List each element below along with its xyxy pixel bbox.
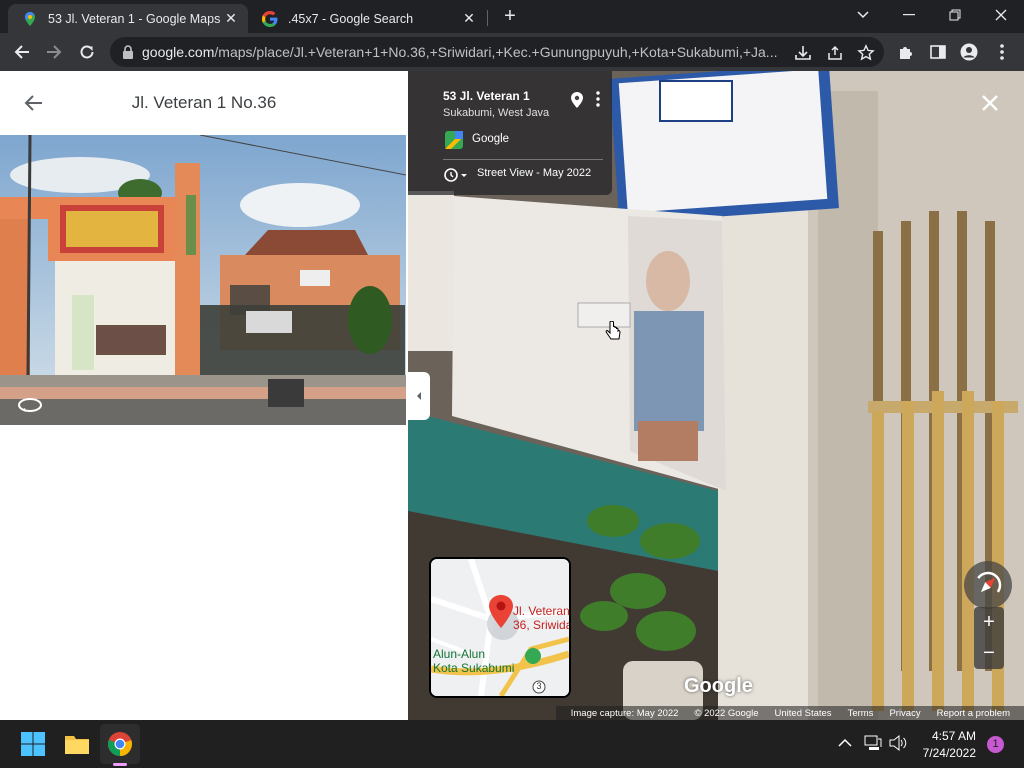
google-watermark: Google	[684, 675, 753, 697]
street-view-thumbnail[interactable]	[0, 135, 406, 425]
minimap-place-label: Jl. Veteran 1 No. 36, Sriwidari	[513, 604, 570, 632]
profile-avatar-icon[interactable]	[957, 40, 981, 64]
close-tab-icon[interactable]: ✕	[222, 10, 240, 27]
back-button[interactable]	[10, 40, 34, 64]
privacy-link[interactable]: Privacy	[889, 708, 920, 719]
sv-provider: Google	[472, 133, 510, 145]
region-link[interactable]: United States	[775, 708, 832, 719]
url-text: google.com/maps/place/Jl.+Veteran+1+No.3…	[142, 44, 778, 60]
windows-start-icon[interactable]	[20, 731, 46, 757]
compass-button[interactable]	[964, 561, 1012, 609]
rotate-360-icon[interactable]	[16, 395, 44, 415]
clock-time[interactable]: 4:57 AM	[922, 729, 976, 743]
close-street-view-icon[interactable]	[980, 93, 1000, 113]
lock-icon	[123, 45, 133, 59]
tab-strip: 53 Jl. Veteran 1 - Google Maps ✕ .45x7 -…	[0, 0, 1024, 33]
google-icon	[262, 10, 278, 27]
restore-button[interactable]	[940, 4, 970, 26]
tab-search-chevron-icon[interactable]	[848, 4, 878, 26]
tab-separator	[487, 10, 488, 26]
street-view-footer: Image capture: May 2022 © 2022 Google Un…	[556, 706, 1024, 720]
location-pin-icon[interactable]	[570, 91, 584, 109]
minimize-button[interactable]	[894, 4, 924, 26]
sv-date-label[interactable]: Street View - May 2022	[477, 167, 591, 179]
tab-google-maps[interactable]: 53 Jl. Veteran 1 - Google Maps ✕	[8, 4, 248, 33]
place-photo-panel: Jl. Veteran 1 No.36	[0, 71, 408, 720]
close-window-button[interactable]	[986, 4, 1016, 26]
google-maps-logo-icon	[445, 131, 463, 149]
zoom-in-button[interactable]: +	[974, 607, 1004, 638]
network-icon[interactable]	[864, 735, 882, 751]
new-tab-button[interactable]: +	[500, 6, 520, 26]
minimap-poi-label: Alun-Alun Kota Sukabumi	[433, 647, 515, 675]
sv-address: 53 Jl. Veteran 1	[443, 89, 530, 103]
active-app-indicator	[113, 763, 127, 766]
sv-city: Sukabumi, West Java	[443, 107, 550, 119]
zoom-controls: + −	[974, 607, 1004, 669]
volume-icon[interactable]	[889, 735, 907, 751]
install-app-icon[interactable]	[794, 44, 812, 62]
chevron-up-icon[interactable]	[838, 738, 852, 748]
chrome-menu-icon[interactable]	[990, 40, 1014, 64]
browser-toolbar: google.com/maps/place/Jl.+Veteran+1+No.3…	[0, 33, 1024, 71]
place-title: Jl. Veteran 1 No.36	[131, 93, 277, 112]
road-shield: 3	[536, 681, 542, 691]
history-clock-icon[interactable]	[443, 167, 469, 183]
tab-title: .45x7 - Google Search	[288, 11, 414, 26]
zoom-out-button[interactable]: −	[974, 638, 1004, 669]
chevron-left-icon	[417, 392, 421, 400]
windows-taskbar: 4:57 AM 7/24/2022	[0, 720, 1024, 768]
compass-icon	[977, 571, 1002, 593]
share-icon[interactable]	[826, 44, 844, 62]
street-view-canvas[interactable]: 53 Jl. Veteran 1 Sukabumi, West Java Goo…	[408, 71, 1024, 720]
forward-button[interactable]	[42, 40, 66, 64]
more-options-icon[interactable]	[596, 91, 600, 107]
file-explorer-icon[interactable]	[64, 731, 90, 757]
side-panel-icon[interactable]	[926, 40, 950, 64]
chrome-icon[interactable]	[107, 731, 133, 757]
reload-button[interactable]	[75, 40, 99, 64]
tab-google-search[interactable]: .45x7 - Google Search ✕	[248, 4, 486, 33]
hand-cursor-icon	[605, 321, 621, 340]
notification-badge[interactable]: 1	[987, 736, 1004, 753]
card-divider	[443, 159, 603, 160]
street-view-info-card: 53 Jl. Veteran 1 Sukabumi, West Java Goo…	[408, 71, 612, 195]
tab-title: 53 Jl. Veteran 1 - Google Maps	[48, 11, 221, 26]
collapse-panel-button[interactable]	[408, 372, 430, 420]
building-photo	[0, 135, 406, 425]
close-tab-icon[interactable]: ✕	[460, 10, 478, 27]
extensions-puzzle-icon[interactable]	[894, 40, 918, 64]
bookmark-star-icon[interactable]	[857, 44, 875, 62]
report-problem-link[interactable]: Report a problem	[937, 708, 1010, 719]
google-maps-icon	[25, 11, 35, 26]
image-capture-date: Image capture: May 2022	[570, 707, 679, 719]
address-bar[interactable]: google.com/maps/place/Jl.+Veteran+1+No.3…	[110, 37, 884, 67]
terms-link[interactable]: Terms	[848, 708, 874, 719]
minimap[interactable]: Jl. Veteran 1 No. 36, Sriwidari Alun-Alu…	[429, 557, 571, 698]
clock-date[interactable]: 7/24/2022	[908, 746, 976, 760]
copyright: © 2022 Google	[694, 707, 759, 719]
